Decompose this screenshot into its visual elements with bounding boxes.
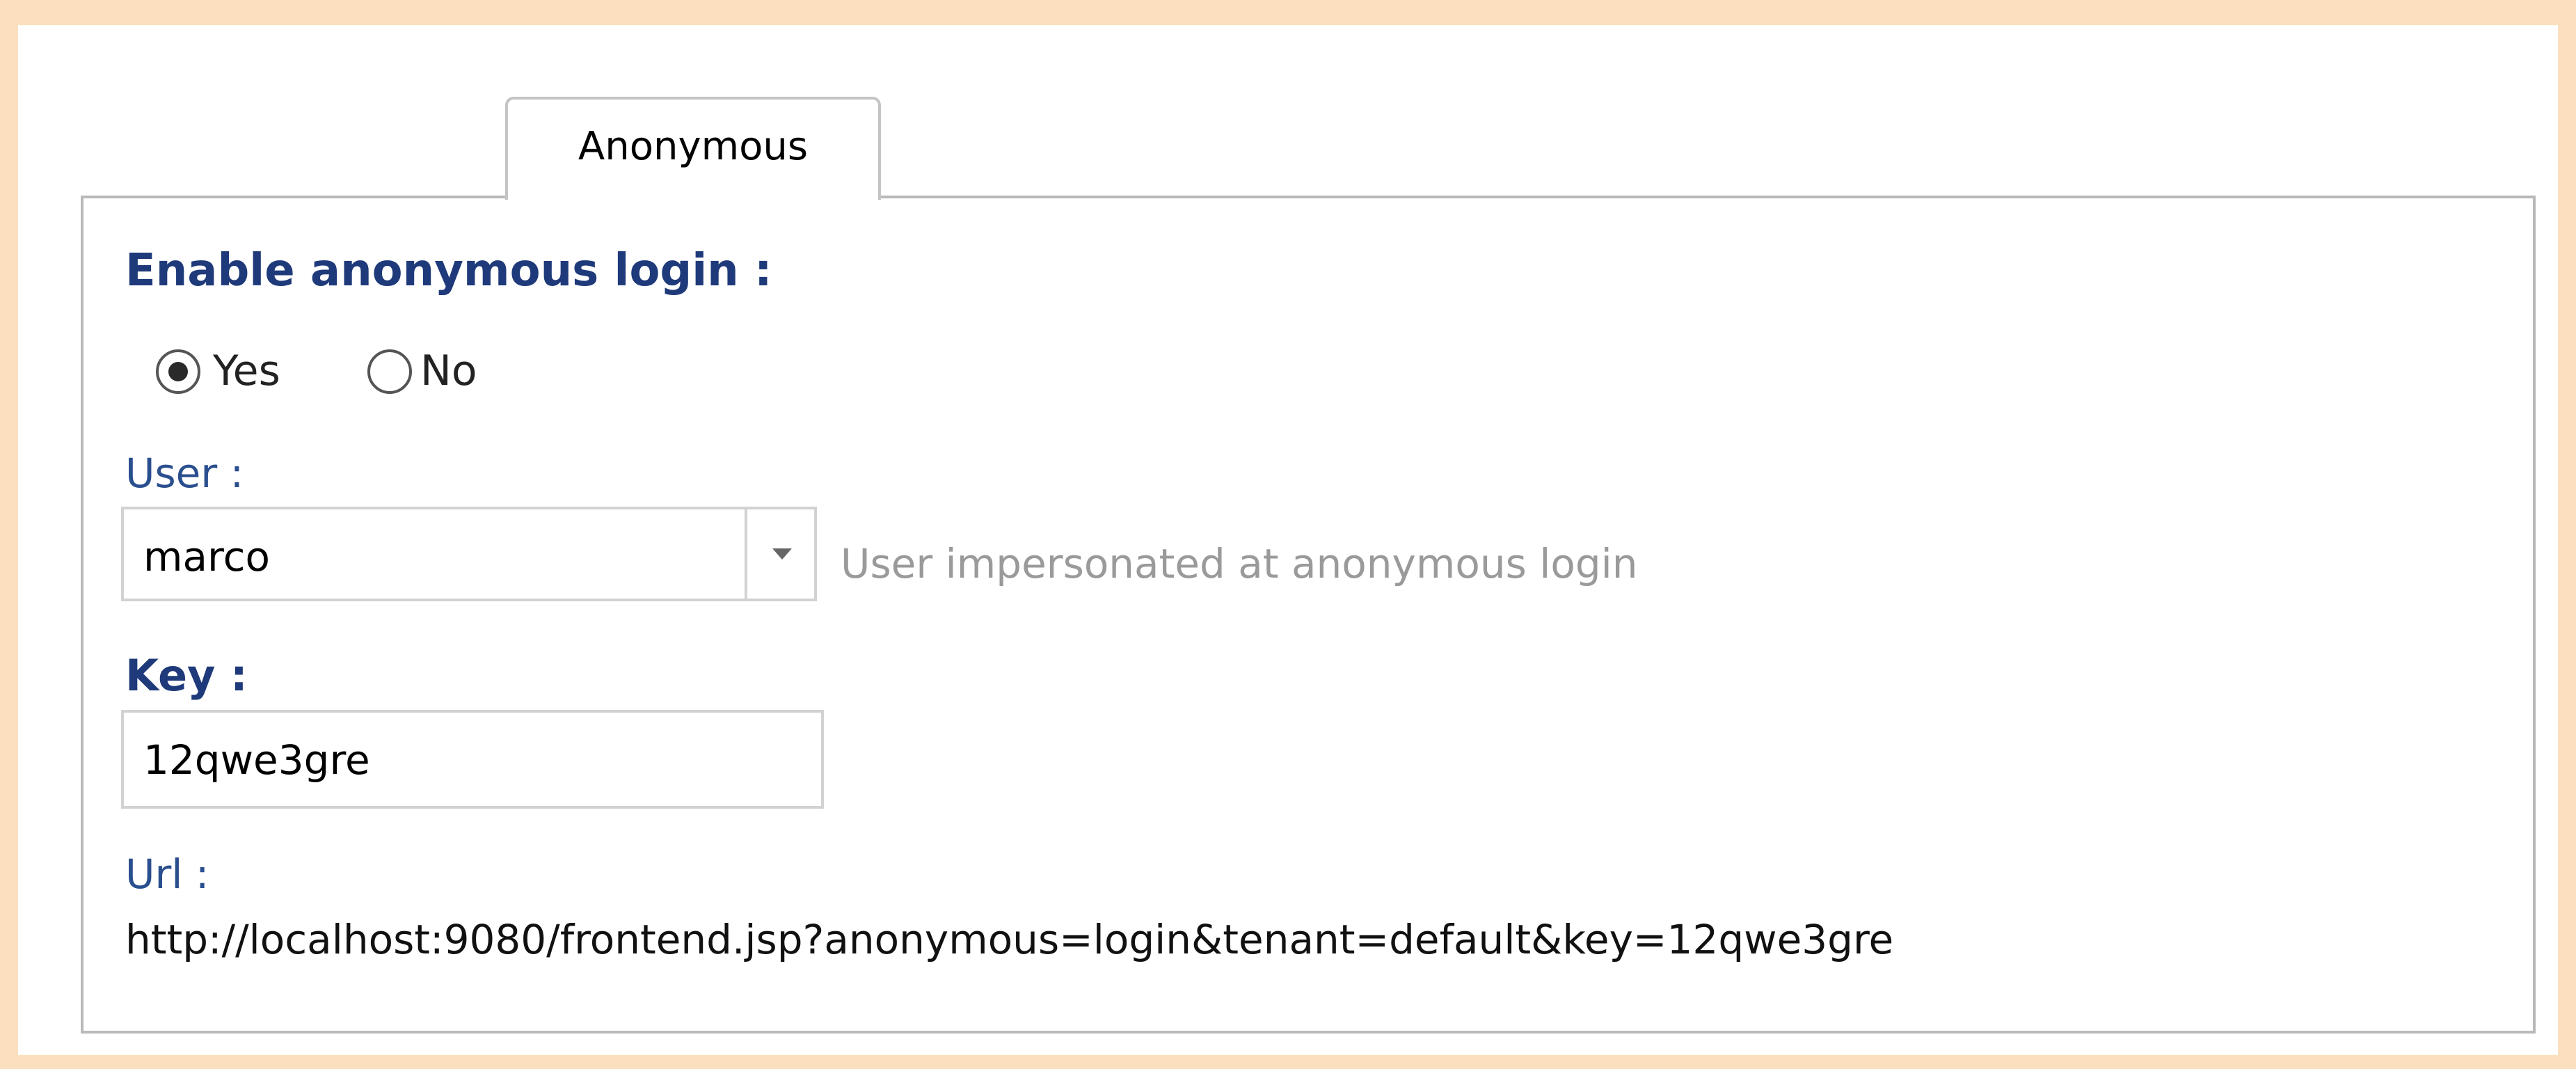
user-hint: User impersonated at anonymous login [841, 540, 1638, 587]
key-label: Key : [125, 650, 248, 701]
anonymous-login-title: Enable anonymous login : [125, 245, 772, 296]
user-select-value: marco [143, 533, 270, 580]
select-divider [745, 509, 747, 599]
chevron-down-icon[interactable] [754, 533, 810, 575]
radio-no-label[interactable]: No [420, 347, 477, 395]
key-input-value: 12qwe3gre [143, 736, 370, 784]
url-label: Url : [125, 850, 209, 898]
user-label: User : [125, 450, 244, 497]
key-input[interactable]: 12qwe3gre [121, 710, 824, 809]
tab-anonymous-label: Anonymous [578, 123, 809, 169]
radio-no[interactable] [367, 349, 412, 394]
radio-yes[interactable] [156, 349, 200, 394]
radio-yes-label[interactable]: Yes [213, 347, 280, 395]
tab-anonymous[interactable]: Anonymous [505, 97, 881, 200]
user-select[interactable]: marco [121, 507, 817, 601]
url-value: http://localhost:9080/frontend.jsp?anony… [125, 916, 1894, 963]
tab-content [81, 196, 2536, 1034]
